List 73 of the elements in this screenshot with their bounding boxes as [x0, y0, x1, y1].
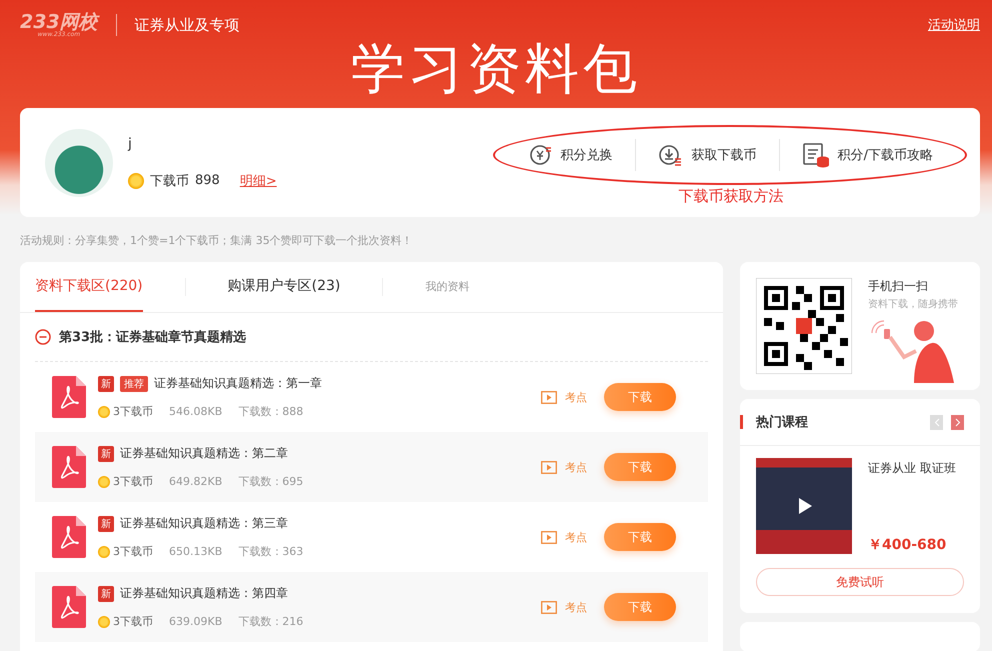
file-cost: 3下载币 — [113, 404, 153, 419]
key-point-link[interactable]: 考点 — [541, 390, 587, 404]
play-icon — [541, 600, 557, 614]
action-link[interactable]: 获取下载币 — [634, 139, 779, 171]
tab[interactable]: 我的资料 — [425, 262, 470, 312]
pdf-file-icon — [52, 376, 86, 418]
coin-label: 下载币 — [150, 172, 189, 190]
new-tag: 新 — [98, 376, 114, 392]
next-button[interactable] — [951, 414, 964, 430]
download-count: 下载数：216 — [238, 614, 304, 629]
coin-icon — [98, 546, 110, 558]
qr-title: 手机扫一扫 — [868, 278, 929, 295]
download-count: 下载数：888 — [238, 404, 304, 419]
course-thumbnail[interactable] — [756, 458, 852, 554]
download-count: 下载数：695 — [238, 474, 304, 489]
download-icon — [658, 143, 684, 167]
play-icon — [541, 530, 557, 544]
batch-title: 第33批：证券基础章节真题精选 — [59, 328, 246, 346]
section-title: 热门课程 — [756, 414, 808, 431]
download-button[interactable]: 下载 — [604, 593, 676, 621]
new-tag: 新 — [98, 586, 114, 602]
coin-icon — [128, 172, 144, 188]
new-tag: 新 — [98, 516, 114, 532]
section-title: 证券从业及专项 — [134, 16, 240, 34]
download-button[interactable]: 下载 — [604, 453, 676, 481]
play-icon — [541, 460, 557, 474]
pdf-file-icon — [52, 446, 86, 488]
user-name: j — [128, 136, 133, 152]
course-name[interactable]: 证券从业 取证班 — [868, 460, 956, 477]
annotation-text: 下载币获取方法 — [678, 187, 784, 206]
file-size: 649.82KB — [169, 475, 222, 488]
file-title[interactable]: 证券基础知识真题精选：第四章 — [120, 585, 288, 602]
tab[interactable]: 资料下载区(220) — [35, 262, 143, 312]
chevron-left-icon — [934, 418, 940, 426]
tab[interactable]: 购课用户专区(23) — [228, 262, 340, 312]
free-trial-button[interactable]: 免费试听 — [756, 568, 964, 596]
file-cost: 3下载币 — [113, 614, 153, 629]
key-point-link[interactable]: 考点 — [541, 460, 587, 474]
coin-icon — [98, 476, 110, 488]
activity-info-link[interactable]: 活动说明 — [928, 16, 980, 34]
chevron-right-icon — [954, 418, 960, 426]
recommended-tag: 推荐 — [120, 376, 148, 392]
download-count: 下载数：363 — [238, 544, 304, 559]
new-tag: 新 — [98, 446, 114, 462]
yuan-exchange-icon — [528, 143, 553, 167]
play-icon — [541, 390, 557, 404]
file-size: 546.08KB — [169, 405, 222, 418]
file-title[interactable]: 证券基础知识真题精选：第二章 — [120, 445, 288, 462]
pdf-file-icon — [52, 586, 86, 628]
collapse-icon[interactable] — [35, 329, 51, 345]
file-size: 650.13KB — [169, 545, 222, 558]
activity-rules: 活动规则：分享集赞，1个赞=1个下载币；集满 35个赞即可下载一个批次资料！ — [20, 233, 414, 248]
logo[interactable]: 233网校 — [20, 12, 98, 30]
file-title[interactable]: 证券基础知识真题精选：第三章 — [120, 515, 288, 532]
file-cost: 3下载币 — [113, 474, 153, 489]
action-link[interactable]: 积分/下载币攻略 — [778, 139, 955, 171]
file-size: 639.09KB — [169, 615, 222, 628]
course-price: ￥400-680 — [868, 536, 948, 554]
file-cost: 3下载币 — [113, 544, 153, 559]
key-point-link[interactable]: 考点 — [541, 530, 587, 544]
detail-link[interactable]: 明细> — [240, 172, 277, 190]
pdf-file-icon — [52, 516, 86, 558]
action-link[interactable]: 积分兑换 — [506, 139, 635, 171]
document-coins-icon — [802, 142, 830, 168]
download-button[interactable]: 下载 — [604, 523, 676, 551]
key-point-link[interactable]: 考点 — [541, 600, 587, 614]
coin-icon — [98, 406, 110, 418]
coin-icon — [98, 616, 110, 628]
qr-subtitle: 资料下载，随身携带 — [868, 298, 958, 311]
banner-title: 学习资料包 — [351, 36, 641, 102]
download-button[interactable]: 下载 — [604, 383, 676, 411]
coin-count: 898 — [195, 173, 220, 188]
file-title[interactable]: 证券基础知识真题精选：第一章 — [154, 375, 322, 392]
